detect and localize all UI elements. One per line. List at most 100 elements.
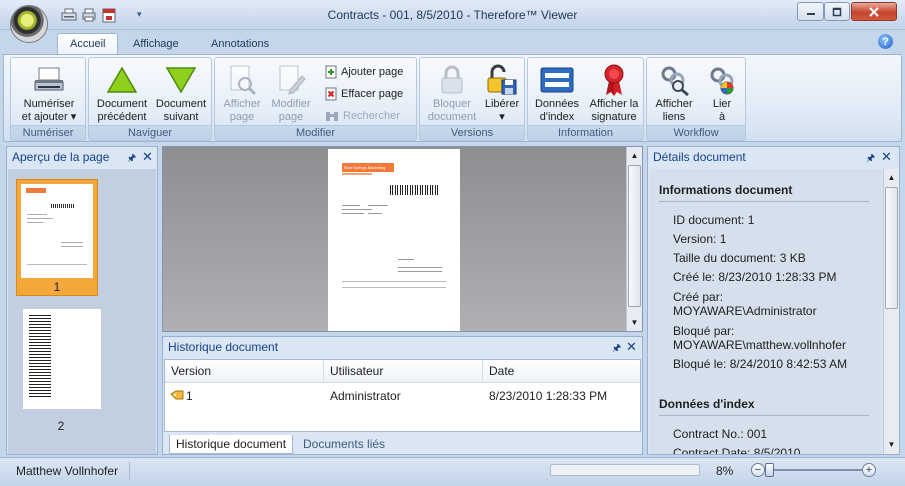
group-information: Données d'index Afficher la signature In…: [527, 57, 644, 141]
edit-page-label-1: Modifier: [271, 98, 311, 110]
previous-document-button[interactable]: Document précédent: [91, 62, 153, 126]
history-panel: Historique document 🖈 ✕ Version Utilisat…: [162, 336, 643, 455]
search-label: Rechercher: [343, 110, 400, 122]
chain-colored-icon: [705, 62, 739, 98]
scroll-up-icon[interactable]: ▲: [628, 148, 641, 162]
details-body: Informations document ID document: 1 Ver…: [649, 169, 882, 454]
thumbnail-list: 1 2: [8, 169, 156, 454]
group-workflow: Afficher liens Lier à Workflow: [646, 57, 746, 141]
group-label-information: Information: [528, 125, 643, 140]
prev-label-1: Document: [96, 98, 148, 110]
tab-document-history[interactable]: Historique document: [169, 435, 294, 454]
tab-affichage[interactable]: Affichage: [121, 33, 191, 54]
show-signature-button[interactable]: Afficher la signature: [584, 62, 644, 126]
group-label-naviguer: Naviguer: [89, 125, 211, 140]
index-data-icon: [540, 62, 574, 98]
edit-page-label-2: page: [278, 111, 304, 123]
index-data-button[interactable]: Données d'index: [530, 62, 584, 126]
unlock-save-icon: [485, 62, 519, 98]
page-preview-panel: Aperçu de la page 🖈 ✕ 1 2: [6, 146, 158, 455]
show-page-label-2: page: [229, 111, 255, 123]
group-modifier: Afficher page Modifier page Ajouter page…: [214, 57, 417, 141]
scan-add-button[interactable]: Numériser et ajouter ▾: [13, 62, 85, 126]
add-page-icon: [325, 65, 337, 79]
release-dropdown-icon[interactable]: ▾: [499, 111, 505, 124]
scroll-down-icon[interactable]: ▼: [628, 315, 641, 329]
scan-dropdown-icon[interactable]: ▾: [71, 111, 77, 123]
detail-size: Taille du document: 3 KB: [673, 251, 806, 265]
help-icon[interactable]: ?: [878, 34, 893, 49]
show-links-button[interactable]: Afficher liens: [649, 62, 699, 126]
search-button[interactable]: Rechercher: [325, 107, 400, 125]
maximize-button[interactable]: [824, 2, 850, 21]
scan-icon[interactable]: [60, 6, 78, 24]
zoom-slider-track[interactable]: [774, 469, 864, 471]
prev-label-2: précédent: [97, 111, 147, 123]
viewer-scroll-thumb[interactable]: [628, 165, 641, 307]
pin-icon[interactable]: 🖈: [127, 151, 136, 168]
link-to-label-1: Lier: [712, 98, 732, 110]
section-index-data: Données d'index: [659, 397, 755, 411]
details-close-icon[interactable]: ✕: [881, 149, 892, 165]
history-header: Historique document 🖈 ✕: [163, 337, 642, 357]
detail-locked-by: MOYAWARE\matthew.vollnhofer: [673, 338, 846, 352]
minimize-button[interactable]: [797, 2, 824, 21]
edit-page-button[interactable]: Modifier page: [265, 62, 317, 126]
link-to-button[interactable]: Lier à: [699, 62, 745, 126]
detail-created-by: MOYAWARE\Administrator: [673, 304, 817, 318]
details-scroll-down-icon[interactable]: ▼: [885, 437, 898, 451]
history-close-icon[interactable]: ✕: [626, 339, 637, 355]
group-label-workflow: Workflow: [647, 125, 745, 140]
zoom-out-button[interactable]: −: [751, 463, 765, 477]
group-naviguer: Document précédent Document suivant Navi…: [88, 57, 212, 141]
application-menu-button[interactable]: [10, 5, 48, 43]
detail-locked-by-label: Bloqué par:: [673, 324, 735, 338]
save-pdf-icon[interactable]: [100, 6, 118, 24]
next-document-button[interactable]: Document suivant: [151, 62, 211, 126]
page-thumbnail-1[interactable]: 1: [16, 179, 98, 296]
index-contract-no: Contract No.: 001: [673, 427, 768, 441]
viewer-scrollbar[interactable]: ▲ ▼: [626, 147, 642, 331]
tab-accueil[interactable]: Accueil: [57, 33, 119, 54]
next-label-2: suivant: [163, 111, 199, 123]
status-user: Matthew Vollnhofer: [8, 462, 130, 480]
link-to-label-2: à: [718, 111, 726, 123]
chain-magnifier-icon: [657, 62, 691, 98]
tab-annotations[interactable]: Annotations: [199, 33, 281, 54]
title-bar: Contracts - 001, 8/5/2010 - Therefore™ V…: [0, 0, 905, 30]
history-title: Historique document: [168, 340, 279, 354]
zoom-percentage: 8%: [716, 464, 734, 478]
page-number-2: 2: [57, 419, 65, 433]
arrow-up-icon: [105, 62, 139, 98]
index-contract-date: Contract Date: 8/5/2010: [673, 446, 801, 454]
section-document-info: Informations document: [659, 183, 793, 197]
lock-document-button[interactable]: Bloquer document: [422, 62, 482, 126]
close-button[interactable]: [851, 2, 897, 21]
qat-customize-icon[interactable]: ▾: [137, 9, 142, 20]
release-button[interactable]: Libérer ▾: [480, 62, 524, 126]
history-pin-icon[interactable]: 🖈: [612, 341, 621, 358]
zoom-in-button[interactable]: +: [862, 463, 876, 477]
column-version[interactable]: Version: [165, 360, 324, 383]
detail-locked-on: Bloqué le: 8/24/2010 8:42:53 AM: [673, 357, 848, 371]
document-viewer[interactable]: Blue Springs Marketing ▲ ▼: [162, 146, 643, 332]
ribbon-tabs: Accueil Affichage Annotations ?: [0, 30, 905, 54]
add-page-button[interactable]: Ajouter page: [325, 63, 403, 81]
show-page-button[interactable]: Afficher page: [217, 62, 267, 126]
magnifier-page-icon: [225, 62, 259, 98]
zoom-slider-thumb[interactable]: [765, 463, 774, 477]
scanner-icon: [32, 62, 66, 98]
delete-page-button[interactable]: Effacer page: [325, 85, 403, 103]
details-header: Détails document 🖈 ✕: [648, 147, 899, 167]
details-scroll-up-icon[interactable]: ▲: [885, 170, 898, 184]
print-icon[interactable]: [80, 6, 98, 24]
column-date[interactable]: Date: [483, 360, 640, 383]
close-panel-icon[interactable]: ✕: [142, 149, 153, 165]
row-date: 8/23/2010 1:28:33 PM: [489, 389, 608, 403]
page-thumbnail-2[interactable]: 2: [16, 309, 101, 439]
details-scroll-thumb[interactable]: [885, 187, 898, 309]
column-user[interactable]: Utilisateur: [324, 360, 483, 383]
details-pin-icon[interactable]: 🖈: [866, 151, 875, 168]
tab-linked-documents[interactable]: Documents liés: [297, 435, 391, 454]
details-scrollbar[interactable]: ▲ ▼: [883, 169, 899, 454]
